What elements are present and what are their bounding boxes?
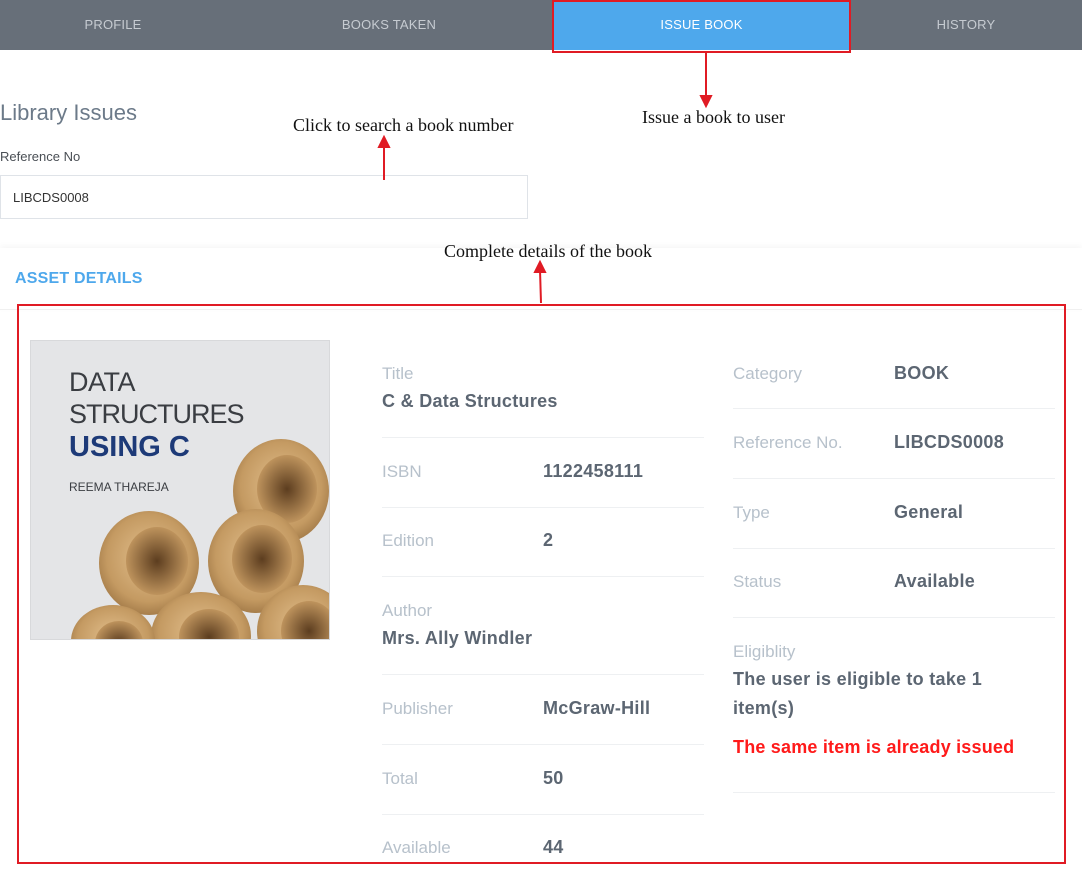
tab-profile[interactable]: PROFILE: [0, 0, 226, 50]
asset-details-title: ASSET DETAILS: [15, 270, 143, 287]
annotation-search: Click to search a book number: [293, 115, 514, 135]
page-title: Library Issues: [0, 100, 137, 125]
annotation-details: Complete details of the book: [444, 241, 652, 261]
arrow-issue-head: [699, 95, 713, 109]
reference-input[interactable]: [0, 175, 528, 219]
tab-history[interactable]: HISTORY: [850, 0, 1082, 50]
annotation-issue: Issue a book to user: [642, 107, 785, 127]
top-nav: PROFILE BOOKS TAKEN ISSUE BOOK HISTORY: [0, 0, 1082, 50]
reference-label: Reference No: [0, 149, 81, 164]
arrow-search-head: [377, 134, 391, 148]
tab-books-taken[interactable]: BOOKS TAKEN: [226, 0, 552, 50]
details-highlight: [17, 304, 1066, 864]
issue-tab-highlight: [552, 0, 851, 53]
